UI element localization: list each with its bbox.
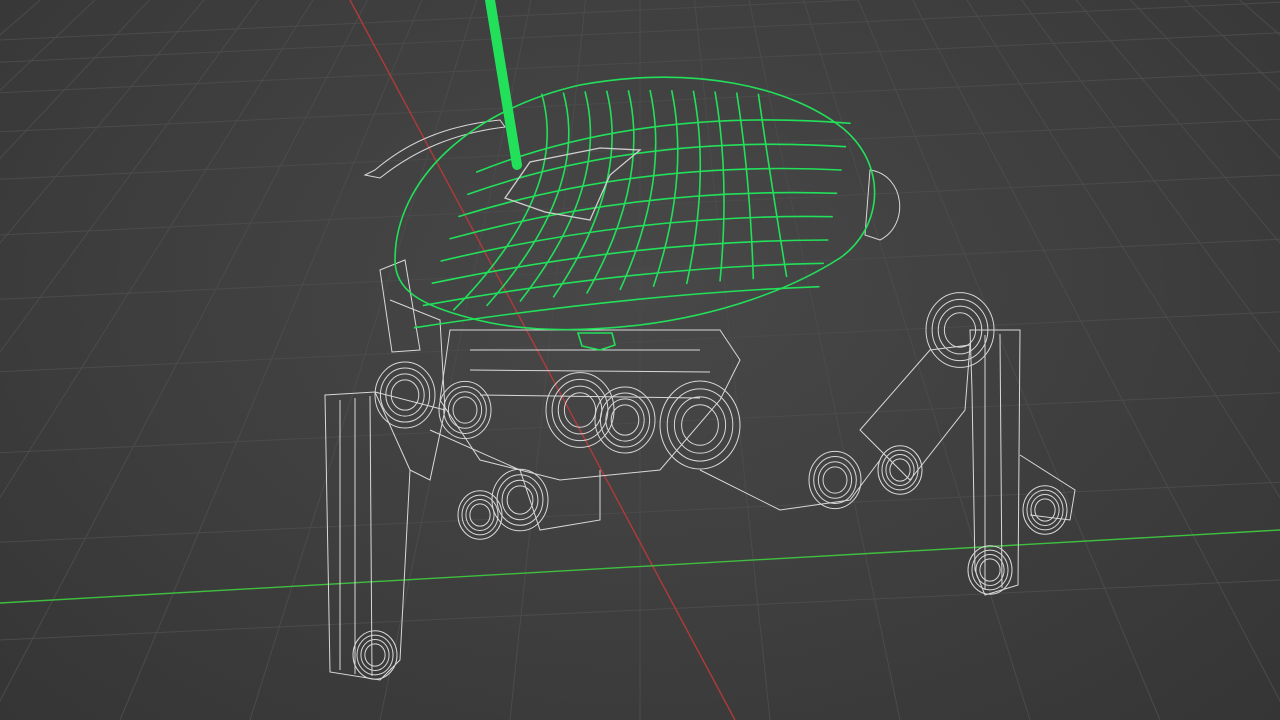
- grid-line: [1238, 0, 1280, 36]
- grid-line: [0, 0, 96, 92]
- dome-bottom-nub: [576, 332, 616, 351]
- wheel-ring: [808, 450, 862, 510]
- z-axis-gizmo-icon[interactable]: [485, 0, 522, 170]
- grid-line: [0, 0, 3, 720]
- x-axis-line: [349, 0, 736, 720]
- wheel-ring: [356, 634, 394, 676]
- floor-grid: [0, 0, 1280, 720]
- grid-line: [379, 0, 532, 720]
- selected-dome-mesh[interactable]: [394, 76, 876, 351]
- left-front-leg[interactable]: [324, 259, 446, 681]
- grid-line: [748, 0, 901, 720]
- wheel-ring: [1034, 498, 1056, 522]
- grid-line: [1075, 0, 1280, 244]
- dome-longitude-line: [585, 89, 635, 294]
- grid-line: [694, 0, 771, 720]
- dome-latitude-line: [440, 215, 833, 262]
- wheel-ring: [971, 549, 1009, 591]
- dome-longitude-line: [685, 90, 702, 285]
- grid-line: [1129, 0, 1280, 160]
- dome-longitude-line: [714, 91, 725, 282]
- grid-line: [0, 0, 368, 703]
- grid-line: [912, 0, 1280, 703]
- dome-latitude-line: [475, 119, 851, 173]
- wheel-ring: [1026, 489, 1064, 531]
- dome-longitude-line: [452, 93, 548, 311]
- dome-latitude-line: [466, 143, 847, 196]
- wheel-ring: [610, 404, 640, 436]
- wheel-ring: [374, 361, 436, 429]
- robot-wireframe[interactable]: [324, 119, 1076, 681]
- dome-longitude-line: [619, 89, 657, 291]
- dome-latitude-line: [431, 239, 829, 285]
- 3d-viewport[interactable]: [0, 0, 1280, 720]
- wheel-ring: [452, 396, 478, 424]
- grid-line: [1184, 0, 1280, 92]
- grid-line: [0, 0, 49, 720]
- dome-longitude-line: [552, 90, 613, 298]
- grid-line: [0, 0, 42, 36]
- wheel-ring: [461, 494, 499, 536]
- viewport-scene[interactable]: [0, 0, 1280, 720]
- grid-line: [509, 0, 586, 720]
- grid-line: [0, 0, 205, 244]
- dome-longitude-line: [757, 93, 788, 278]
- wheel-ring: [491, 468, 549, 532]
- wheel-ring: [822, 466, 848, 494]
- wheel-ring: [443, 386, 487, 434]
- wheel-ring: [390, 379, 420, 411]
- dome-panel: [503, 147, 642, 221]
- grid-line: [857, 0, 1161, 720]
- dome-outline: [394, 76, 876, 331]
- grid-line: [0, 0, 151, 160]
- rear-bumper[interactable]: [864, 169, 901, 241]
- grid-line: [0, 0, 260, 353]
- wheel-ring: [545, 372, 615, 448]
- grid-line: [1020, 0, 1280, 353]
- wheel-ring: [469, 503, 491, 527]
- wheel-ring: [364, 643, 386, 667]
- z-axis-gizmo[interactable]: [485, 0, 522, 170]
- dome-longitude-line: [652, 90, 679, 288]
- dome-latitude-line: [413, 285, 820, 329]
- grid-line: [0, 0, 314, 499]
- wheel-ring: [681, 404, 719, 446]
- wheel-ring: [599, 392, 651, 448]
- grid-line: [966, 0, 1280, 499]
- wheel-ring: [352, 630, 398, 680]
- grid-line: [1232, 0, 1280, 720]
- wheel-ring: [506, 485, 534, 515]
